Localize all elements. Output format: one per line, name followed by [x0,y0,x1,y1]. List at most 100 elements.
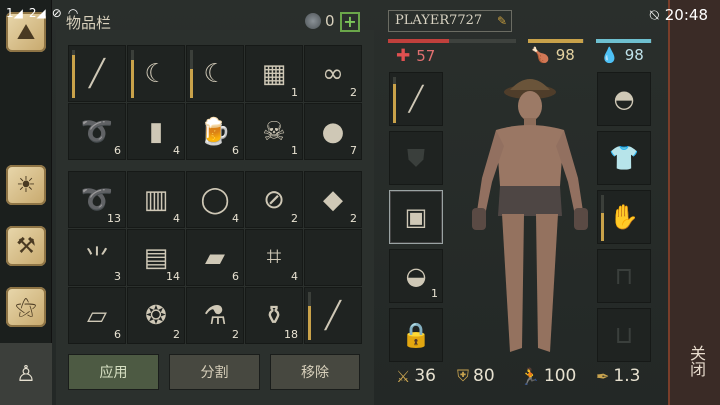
weight-stat: ✒ 1.3 [596,366,640,386]
sim2-signal-icon: 2◢ [28,6,46,20]
inventory-slot[interactable]: ⌗ 4 [245,229,303,286]
inventory-slot[interactable]: ⊘ 2 [245,171,303,228]
running-icon: 🏃 [520,366,540,386]
split-button[interactable]: 分割 [169,354,260,390]
inventory-slot[interactable]: ▱ 6 [68,287,126,344]
gloves-slot[interactable]: ✋ [597,190,651,244]
inventory-slot[interactable]: ⚗ 2 [186,287,244,344]
inventory-slot[interactable]: ╱ [68,45,126,102]
wifi-icon: ◠ [67,6,79,20]
attack-value: 36 [414,366,436,386]
inventory-grid-bottom: ➰ 13 ▥ 4 ◯ 4 ⊘ 2 ◆ 2 ⺌ 3 ▤ 14 ▰ 6 ⌗ 4 ▱ 6 ❂ 2 ⚗ 2 ⚱ 18 ╱ [68,171,362,344]
shirt-slot[interactable]: 👕 [597,131,651,185]
item-count: 4 [232,212,239,225]
sidebar: ⛰ ☀ ⚒ ⚝ ♙ [0,0,52,405]
food-bowl-slot: ◒ [405,262,427,290]
apply-button[interactable]: 应用 [68,354,159,390]
locked-slot: 🔒 [401,321,431,349]
bone-sickle-icon: ☾ [203,58,227,89]
inventory-slot[interactable]: ➰ 6 [68,103,126,160]
status-right: ⍉ 20:48 [650,6,708,24]
inventory-slot[interactable]: ▮ 4 [127,103,185,160]
inventory-slot[interactable]: ▥ 4 [127,171,185,228]
crafting-button[interactable]: ⚒ [6,226,46,266]
alarm-off-icon: ⍉ [649,6,659,24]
shirt-slot: 👕 [609,144,639,172]
food-bowl-slot[interactable]: ◒ 1 [389,249,443,303]
pants-slot[interactable]: ⊓ [597,249,651,303]
inventory-slot[interactable]: ▦ 1 [245,45,303,102]
inventory-slot[interactable]: ● 7 [304,103,362,160]
no-sim-icon: ⊘ [51,6,62,20]
inventory-slot[interactable]: ❂ 2 [127,287,185,344]
inventory-tab-button[interactable]: ♙ [0,343,52,405]
hammer-icon: ⚒ [16,233,36,259]
inventory-slot[interactable]: ⚱ 18 [245,287,303,344]
item-count: 6 [232,270,239,283]
spear-icon: ╱ [325,300,341,331]
inventory-slot[interactable]: ◆ 2 [304,171,362,228]
health-cross-icon: ✚ [396,46,411,66]
inventory-grid-top: ╱ ☾ ☾ ▦ 1 ∞ 2 ➰ 6 ▮ 4 🍺 6 ☠ 1 ● 7 [68,45,362,160]
health-value: 57 [416,47,436,65]
loincloth [498,186,562,216]
inventory-slot[interactable]: 🍺 6 [186,103,244,160]
durability-bar [393,77,396,123]
inventory-slot[interactable]: ◯ 4 [186,171,244,228]
inventory-slot[interactable]: ⺌ 3 [68,229,126,286]
character-icon: ♙ [16,361,36,387]
day-cycle-button[interactable]: ☀ [6,165,46,205]
durability-bar [601,195,604,241]
inventory-slot[interactable]: ▰ 6 [186,229,244,286]
item-count: 6 [114,328,121,341]
item-count: 2 [232,328,239,341]
boots-slot: ⊔ [614,321,634,349]
inventory-slot[interactable]: ╱ [304,287,362,344]
item-count: 4 [291,270,298,283]
skills-button[interactable]: ⚝ [6,287,46,327]
locked-slot[interactable]: 🔒 [389,308,443,362]
health-bar [388,39,516,43]
item-count: 7 [350,144,357,157]
inventory-slot[interactable]: ☾ [186,45,244,102]
item-count: 2 [350,212,357,225]
item-count: 6 [232,144,239,157]
status-bar: 1◢ 2◢ ⊘ ◠ ⍉ 20:48 [0,0,720,30]
backpack-slot[interactable]: ▣ [389,190,443,244]
torso [496,125,564,192]
shield-slot[interactable]: ⛊ [389,131,443,185]
close-button[interactable]: 关闭 [684,345,708,377]
weapon-slot[interactable]: ╱ [389,72,443,126]
inventory-slot[interactable]: ☾ [127,45,185,102]
right-glove [574,208,588,230]
sim1-signal-icon: 1◢ [6,6,23,20]
water-drop-icon: 💧 [600,46,619,64]
food-value: 98 [555,46,575,64]
shield-icon: ⛨ [457,366,470,385]
defense-value: 80 [473,366,495,386]
drumstick-icon: 🍗 [531,46,550,64]
sim2-label: 2 [28,6,37,20]
inventory-slot[interactable]: ▤ 14 [127,229,185,286]
feather-icon: ✒ [596,366,610,386]
shield-slot: ⛊ [407,144,425,172]
item-count: 13 [107,212,121,225]
boots-slot[interactable]: ⊔ [597,308,651,362]
weight-value: 1.3 [613,366,641,386]
item-count: 1 [291,86,298,99]
inventory-slot[interactable]: ➰ 13 [68,171,126,228]
right-leg [536,214,558,352]
bone-sickle-icon: ☾ [144,58,168,89]
water-bar [596,39,652,43]
health-stat: ✚ 57 [396,46,435,66]
inventory-slot[interactable]: ☠ 1 [245,103,303,160]
remove-button[interactable]: 移除 [270,354,360,390]
item-count: 4 [173,144,180,157]
helmet-dome [510,79,550,90]
inventory-slot-empty[interactable] [304,229,362,286]
item-count: 18 [284,328,298,341]
helmet-slot[interactable]: ◓ [597,72,651,126]
pants-slot: ⊓ [614,262,634,290]
inventory-slot[interactable]: ∞ 2 [304,45,362,102]
backpack-slot: ▣ [404,203,428,231]
